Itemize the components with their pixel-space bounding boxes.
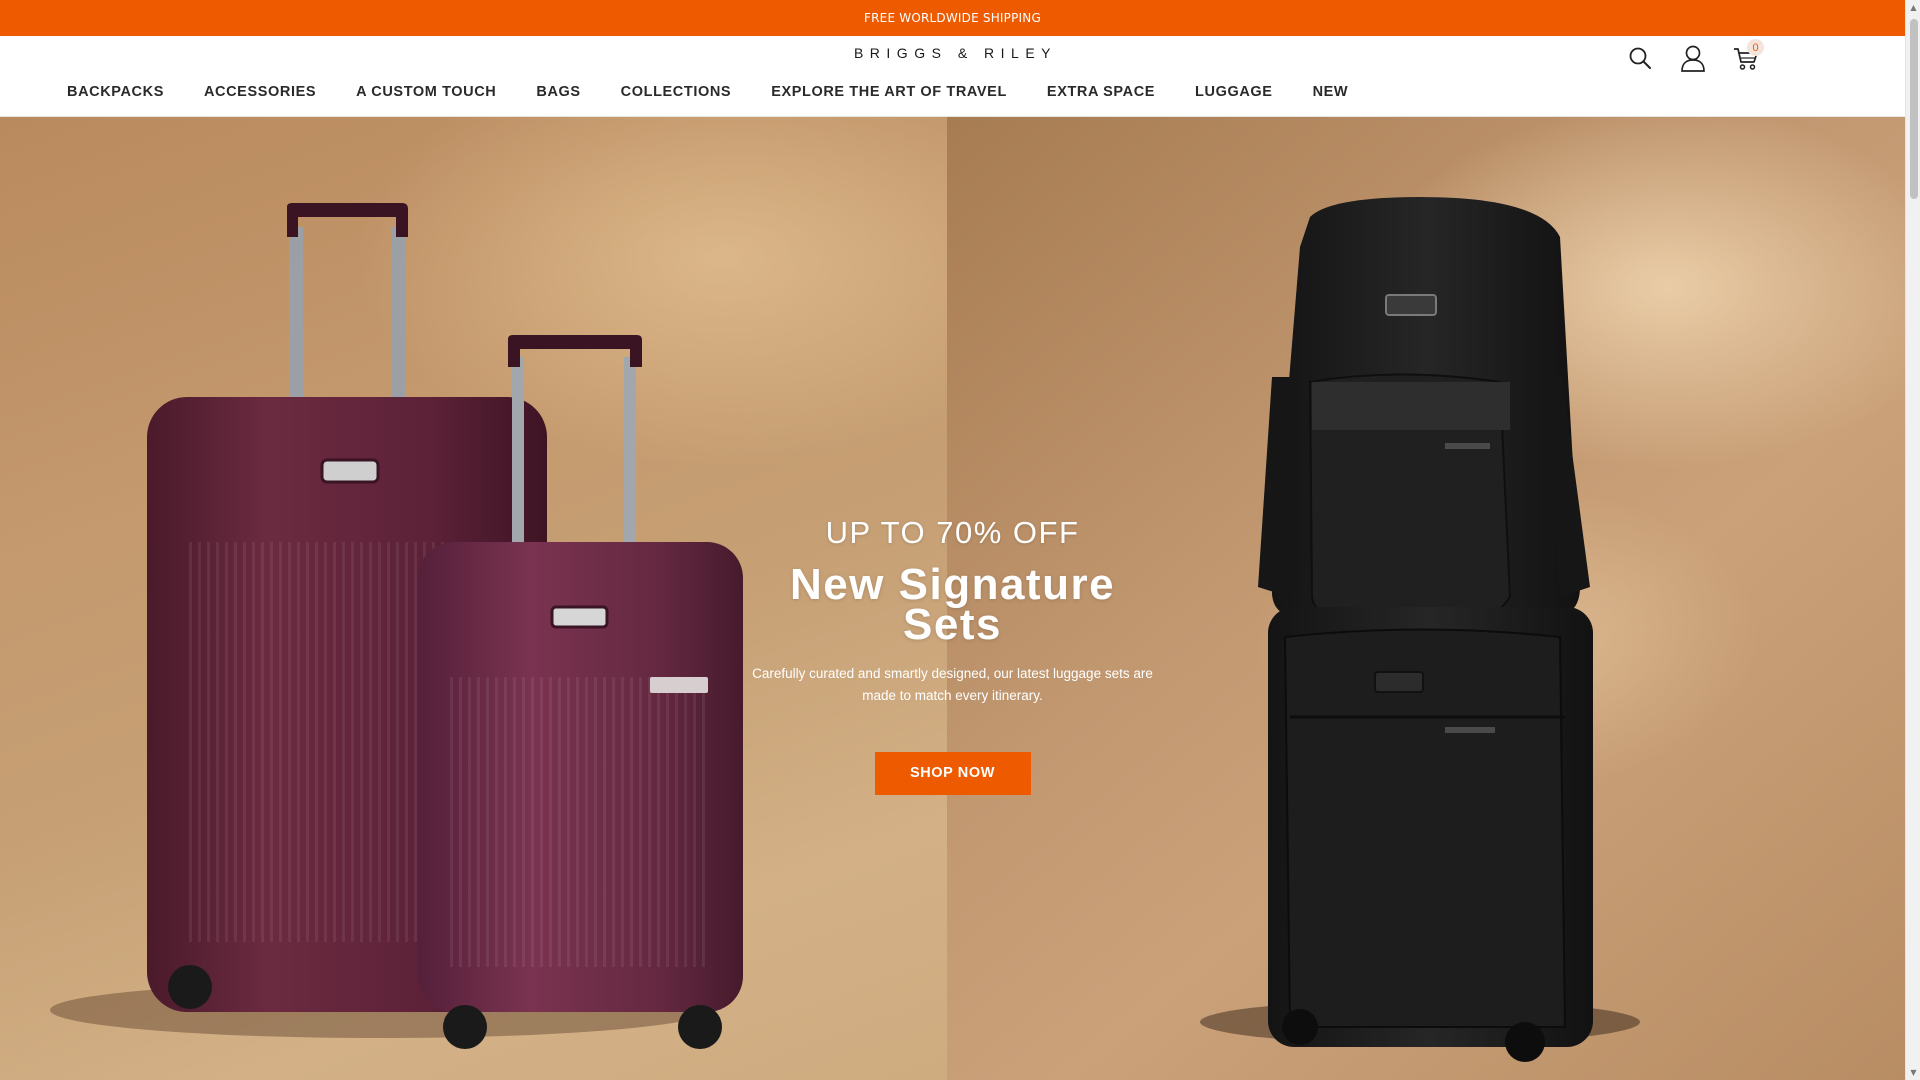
nav-item-accessories[interactable]: ACCESSORIES: [204, 84, 316, 100]
hero-title-line-2: Sets: [903, 600, 1002, 649]
nav-item-backpacks[interactable]: BACKPACKS: [67, 84, 164, 100]
brand-logo-text[interactable]: BRIGGS & RILEY: [848, 45, 1057, 61]
account-icon[interactable]: [1673, 40, 1713, 76]
nav-item-extra-space[interactable]: EXTRA SPACE: [1047, 84, 1155, 100]
search-icon[interactable]: [1620, 40, 1660, 76]
nav-item-bags[interactable]: BAGS: [536, 84, 580, 100]
page: FREE WORLDWIDE SHIPPING BRIGGS & RILEY 0…: [0, 0, 1905, 1080]
main-nav: BACKPACKS ACCESSORIES A CUSTOM TOUCH BAG…: [67, 84, 1388, 100]
hero-text-block: UP TO 70% OFF New Signature Sets Careful…: [740, 515, 1165, 795]
nav-item-a-custom-touch[interactable]: A CUSTOM TOUCH: [356, 84, 496, 100]
hero-title-line-1: New Signature: [789, 560, 1116, 609]
page-scrollbar[interactable]: ▲ ▼: [1905, 0, 1920, 1080]
nav-item-explore-art-of-travel[interactable]: EXPLORE THE ART OF TRAVEL: [771, 84, 1007, 100]
scroll-down-arrow-icon[interactable]: ▼: [1906, 1065, 1920, 1080]
hero-banner[interactable]: UP TO 70% OFF New Signature Sets Careful…: [0, 117, 1905, 1080]
site-header: BRIGGS & RILEY 0 BACKPACKS ACCESSORIES A…: [0, 36, 1905, 117]
hero-kicker: UP TO 70% OFF: [825, 515, 1080, 550]
scrollbar-thumb[interactable]: [1910, 19, 1918, 199]
hero-description: Carefully curated and smartly designed, …: [752, 666, 1153, 703]
shop-now-button[interactable]: SHOP NOW: [874, 752, 1031, 795]
cart-icon[interactable]: 0: [1726, 39, 1766, 76]
header-icons: 0: [1620, 39, 1779, 76]
hero-title: New Signature Sets: [740, 560, 1165, 649]
announcement-bar: FREE WORLDWIDE SHIPPING: [0, 0, 1905, 36]
cart-count-badge: 0: [1747, 39, 1764, 56]
scroll-up-arrow-icon[interactable]: ▲: [1906, 0, 1920, 15]
nav-item-luggage[interactable]: LUGGAGE: [1195, 84, 1273, 100]
nav-item-collections[interactable]: COLLECTIONS: [621, 84, 732, 100]
nav-item-new[interactable]: NEW: [1313, 84, 1349, 100]
announcement-text: FREE WORLDWIDE SHIPPING: [864, 11, 1041, 25]
